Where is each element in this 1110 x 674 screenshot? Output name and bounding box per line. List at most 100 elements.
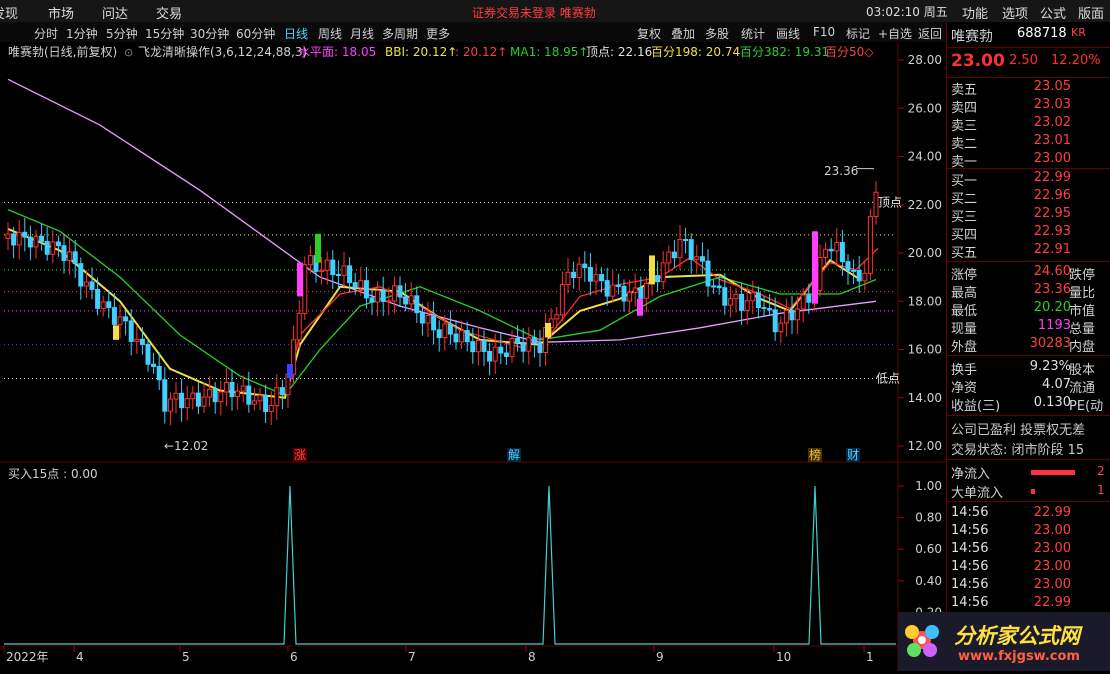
divider	[947, 47, 1110, 48]
date-label: 1	[866, 650, 874, 664]
candle-body	[677, 239, 683, 259]
quote-row: 收益(三) 0.130 PE(动	[951, 395, 1110, 414]
quote-row: 外盘 30283 内盘	[951, 336, 1110, 355]
price-label: 14.00	[908, 391, 942, 405]
date-label: 2022年	[6, 650, 49, 664]
tick-price: 23.00	[1033, 523, 1071, 538]
candle-body	[83, 281, 89, 287]
candle-body	[335, 274, 341, 277]
candle-body	[520, 341, 526, 352]
candle-body	[447, 323, 453, 335]
candle-body	[403, 296, 409, 305]
period-tab-multi[interactable]: 多周期	[382, 25, 418, 42]
candle-body	[671, 251, 677, 259]
candle-body	[660, 262, 666, 283]
candle-body	[324, 259, 330, 271]
quote-panel: 唯赛勃 688718 KR 23.00 2.50 12.20% 卖五 23.05 卖…	[946, 22, 1110, 671]
quote-label: 买二	[951, 192, 978, 207]
signal-bar	[649, 255, 655, 285]
candle-body	[279, 387, 285, 396]
tool-multi-stock-button[interactable]: 多股	[705, 25, 729, 42]
quote-value: 0.130	[1033, 395, 1071, 410]
quote-row: 现量 1193 总量	[951, 318, 1110, 337]
quote-value: 22.99	[1033, 170, 1071, 185]
menu-formula[interactable]: 公式	[1040, 3, 1066, 22]
candle-body	[67, 251, 73, 262]
event-marker-label: 涨	[294, 447, 306, 462]
divider	[947, 261, 1110, 262]
tool-back-button[interactable]: 返回	[918, 25, 942, 42]
tick-time: 14:56	[951, 577, 989, 592]
period-tab-intraday[interactable]: 分时	[34, 25, 58, 42]
price-label: 16.00	[908, 343, 942, 357]
candle-body	[559, 284, 565, 316]
menu-market[interactable]: 市场	[48, 3, 74, 22]
period-tab-daily[interactable]: 日线	[284, 25, 308, 42]
tool-mark-button[interactable]: 标记	[846, 25, 870, 42]
period-tab-30min[interactable]: 30分钟	[190, 25, 229, 42]
period-tab-more[interactable]: 更多	[426, 25, 450, 42]
quote-label: 最低	[951, 304, 978, 319]
high-annotation: 23.36	[824, 164, 858, 178]
menu-options[interactable]: 选项	[1002, 3, 1028, 22]
candle-body	[296, 313, 302, 341]
candle-body	[151, 363, 157, 368]
quote-label-2: 流通	[1069, 381, 1096, 396]
menu-layout[interactable]: 版面	[1078, 3, 1104, 22]
candle-body	[44, 241, 50, 255]
candle-body	[627, 291, 633, 302]
quote-value: 22.91	[1033, 242, 1071, 257]
candle-body	[251, 400, 257, 405]
candle-body	[487, 350, 493, 362]
period-tab-5min[interactable]: 5分钟	[106, 25, 138, 42]
indicator-value: : 20.12↑	[455, 45, 507, 59]
candle-body	[615, 284, 621, 287]
candle-body	[397, 285, 403, 298]
period-tab-60min[interactable]: 60分钟	[236, 25, 275, 42]
tool-f10-button[interactable]: F10	[813, 25, 835, 39]
flow-bar	[1031, 470, 1075, 475]
kline-chart[interactable]: 唯赛勃(日线,前复权) 飞龙清晰操作(3,6,12,24,88,3) 水平面: …	[0, 42, 946, 671]
quote-row: 净资 4.07 流通	[951, 377, 1110, 396]
candle-body	[845, 261, 851, 271]
candle-body	[145, 343, 151, 365]
quote-value: 20.20	[1033, 300, 1071, 315]
candle-body	[867, 216, 873, 274]
period-tab-monthly[interactable]: 月线	[350, 25, 374, 42]
tool-overlay-button[interactable]: 叠加	[671, 25, 695, 42]
candle-body	[582, 263, 588, 269]
tool-draw-button[interactable]: 画线	[776, 25, 800, 42]
candle-body	[498, 346, 504, 354]
chart-stock-title: 唯赛勃(日线,前复权)	[8, 44, 117, 59]
period-tab-weekly[interactable]: 周线	[318, 25, 342, 42]
signal-bar	[315, 233, 321, 263]
menu-function[interactable]: 功能	[962, 3, 988, 22]
sub-axis-label: 0.60	[915, 542, 942, 556]
sub-axis-label: 0.80	[915, 511, 942, 525]
candle-body	[72, 251, 78, 265]
period-tab-1min[interactable]: 1分钟	[66, 25, 98, 42]
candle-body	[263, 394, 269, 413]
candle-body	[666, 251, 672, 264]
flow-value: 2	[1097, 464, 1105, 478]
date-label: 5	[182, 650, 190, 664]
price-label: 24.00	[908, 150, 942, 164]
period-tab-15min[interactable]: 15分钟	[145, 25, 184, 42]
candle-body	[862, 272, 868, 282]
tick-price: 23.00	[1033, 559, 1071, 574]
menu-discover[interactable]: 发现	[0, 3, 18, 22]
candle-body	[408, 295, 414, 305]
candle-body	[184, 398, 190, 409]
candle-body	[61, 245, 67, 262]
signal-bar	[545, 322, 551, 338]
menu-wenda[interactable]: 问达	[102, 3, 128, 22]
tool-adjust-button[interactable]: 复权	[637, 25, 661, 42]
tool-stats-button[interactable]: 统计	[741, 25, 765, 42]
menu-trade[interactable]: 交易	[156, 3, 182, 22]
price-change: 2.50	[1009, 53, 1038, 68]
sub-chart-title: 买入15点 : 0.00	[8, 467, 98, 481]
last-price: 23.00	[951, 51, 1005, 71]
indicator-settings-icon[interactable]: ⊙	[124, 46, 133, 59]
tool-add-watchlist-button[interactable]: +自选	[878, 25, 912, 42]
stock-name: 唯赛勃	[951, 29, 993, 45]
